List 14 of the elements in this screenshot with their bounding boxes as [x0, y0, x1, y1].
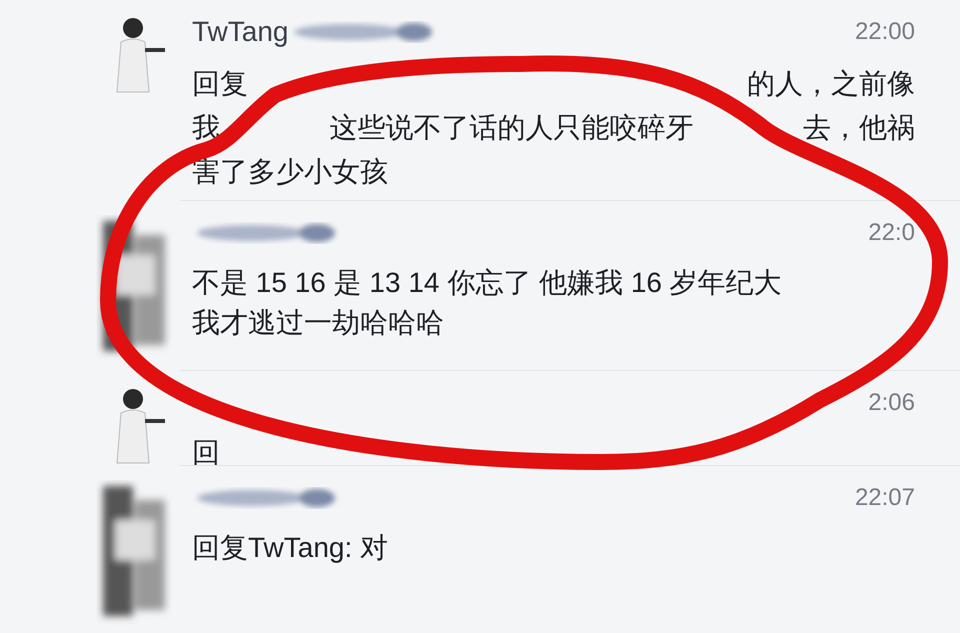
- message-text: 去，他祸: [803, 111, 915, 145]
- message-time: 22:07: [854, 483, 915, 513]
- message-text: 害了多少小女孩: [192, 155, 388, 189]
- message-text: 回: [192, 436, 220, 470]
- message-text: 我才逃过一劫哈哈哈: [192, 306, 444, 340]
- message-text: 回复TwTang: 对: [192, 531, 388, 565]
- message-text: 的人，之前像: [747, 67, 915, 101]
- message-text: 回复: [192, 67, 248, 101]
- message-text: 不是 15 16 是 13 14 你忘了 他嫌我 16 岁年纪大: [192, 266, 782, 300]
- message-time: 22:00: [854, 17, 915, 47]
- message-text: 这些说不了话的人只能咬碎牙: [330, 111, 694, 145]
- message-time: 22:0: [868, 218, 915, 248]
- message-time: 2:06: [868, 388, 915, 418]
- sender-name: TwTang: [192, 15, 288, 49]
